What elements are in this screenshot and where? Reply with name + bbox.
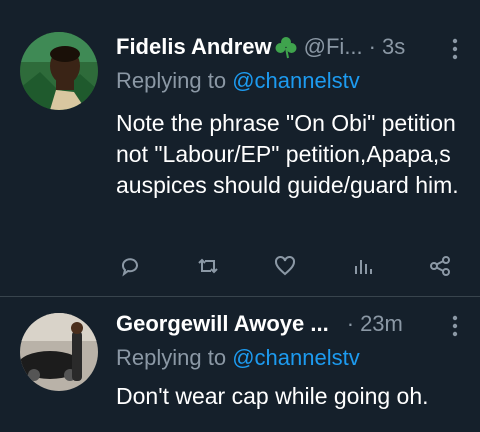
- more-icon[interactable]: [452, 315, 458, 337]
- share-icon[interactable]: [426, 252, 454, 280]
- reply-to-link[interactable]: @channelstv: [232, 68, 360, 93]
- author-name[interactable]: Georgewill Awoye ...: [116, 311, 329, 337]
- separator-dot: ·: [346, 311, 355, 336]
- author-handle[interactable]: @Fi...: [304, 34, 363, 60]
- tweet-2[interactable]: Georgewill Awoye ... · 23m Replying to @…: [0, 297, 480, 432]
- analytics-icon[interactable]: [349, 252, 377, 280]
- separator-dot: ·: [368, 34, 376, 59]
- author-name[interactable]: Fidelis Andrew: [116, 34, 272, 60]
- reply-to-link[interactable]: @channelstv: [232, 345, 360, 370]
- reply-context: Replying to @channelstv: [116, 345, 360, 371]
- reply-prefix: Replying to: [116, 68, 227, 93]
- more-icon[interactable]: [452, 38, 458, 60]
- retweet-icon[interactable]: [194, 252, 222, 280]
- timestamp[interactable]: 23m: [360, 311, 403, 337]
- timestamp[interactable]: 3s: [382, 34, 405, 60]
- like-icon[interactable]: [271, 252, 299, 280]
- reply-context: Replying to @channelstv: [116, 68, 360, 94]
- action-bar: [116, 252, 454, 280]
- tweet-text: Note the phrase "On Obi" petition not "L…: [116, 110, 459, 198]
- clover-icon: [274, 35, 298, 59]
- reply-icon[interactable]: [116, 252, 144, 280]
- avatar-georgewill[interactable]: [20, 313, 98, 391]
- avatar-fidelis[interactable]: [20, 32, 98, 110]
- reply-prefix: Replying to: [116, 345, 227, 370]
- tweet-1[interactable]: Fidelis Andrew @Fi... · 3s Replying to @…: [0, 0, 480, 296]
- tweet-text: Don't wear cap while going oh.: [116, 383, 429, 409]
